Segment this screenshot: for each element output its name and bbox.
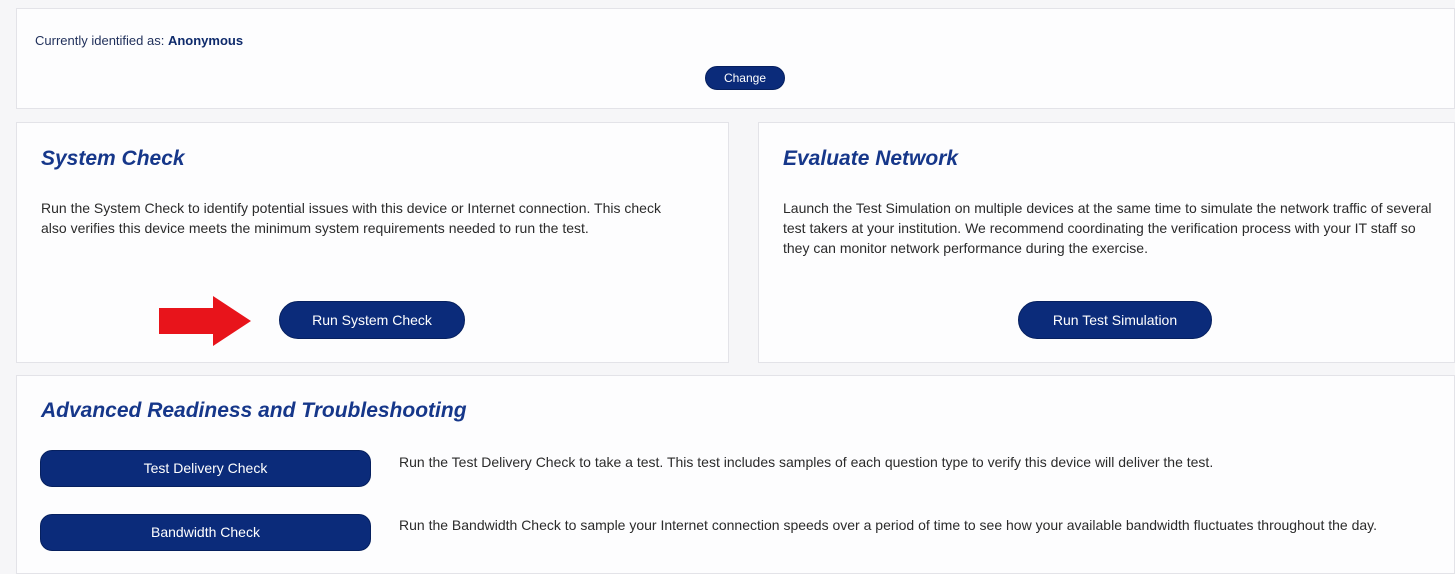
system-check-title: System Check xyxy=(41,147,185,170)
evaluate-network-description: Launch the Test Simulation on multiple d… xyxy=(783,200,1432,256)
run-system-check-button[interactable]: Run System Check xyxy=(279,301,465,339)
evaluate-network-title: Evaluate Network xyxy=(783,147,959,170)
identity-label: Currently identified as: xyxy=(35,33,165,48)
identity-panel: Currently identified as: Anonymous Chang… xyxy=(16,8,1455,109)
advanced-readiness-panel: Advanced Readiness and Troubleshooting T… xyxy=(16,375,1455,574)
red-arrow-icon xyxy=(159,296,251,346)
identity-value: Anonymous xyxy=(167,33,244,48)
identity-line: Currently identified as: Anonymous xyxy=(35,33,243,48)
run-test-simulation-button[interactable]: Run Test Simulation xyxy=(1018,301,1212,339)
change-button[interactable]: Change xyxy=(705,66,785,90)
test-delivery-check-button[interactable]: Test Delivery Check xyxy=(40,450,371,487)
bandwidth-check-description: Run the Bandwidth Check to sample your I… xyxy=(399,517,1378,533)
test-delivery-check-description: Run the Test Delivery Check to take a te… xyxy=(399,454,1214,470)
system-check-panel: System Check Run the System Check to ide… xyxy=(16,122,729,363)
bandwidth-check-button[interactable]: Bandwidth Check xyxy=(40,514,371,551)
system-check-description: Run the System Check to identify potenti… xyxy=(41,200,661,236)
evaluate-network-panel: Evaluate Network Launch the Test Simulat… xyxy=(758,122,1455,363)
advanced-readiness-title: Advanced Readiness and Troubleshooting xyxy=(41,399,467,422)
